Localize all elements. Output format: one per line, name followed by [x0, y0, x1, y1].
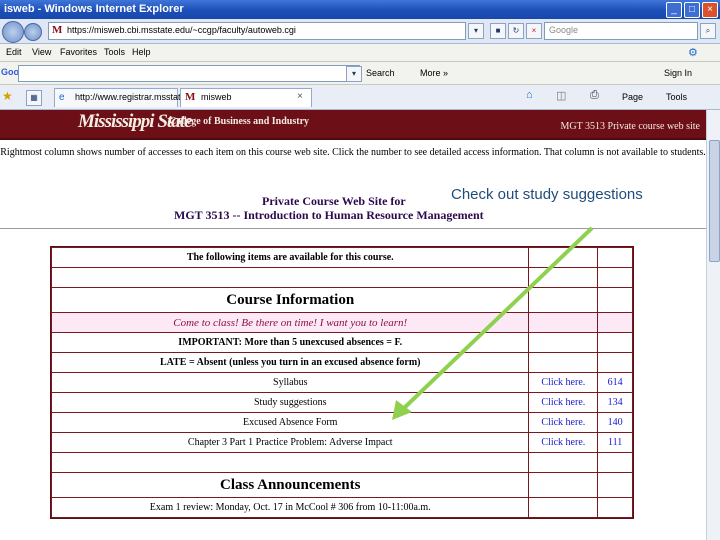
tab-misweb[interactable]: M misweb ×	[180, 88, 312, 107]
maximize-button[interactable]: □	[684, 2, 700, 18]
window-title-bar: isweb - Windows Internet Explorer _ □ ×	[0, 0, 720, 19]
vertical-scrollbar[interactable]	[706, 110, 720, 540]
google-search-button[interactable]: Search	[366, 68, 395, 78]
google-search-input[interactable]	[18, 65, 360, 82]
page-menu-button[interactable]: Page	[622, 92, 643, 102]
lock-icon: ■	[490, 23, 506, 39]
search-icon[interactable]: ⌕	[700, 23, 716, 39]
site-favicon-icon: M	[52, 24, 63, 36]
ie-page-icon: e	[59, 92, 65, 103]
menu-tools[interactable]: Tools	[104, 47, 125, 57]
google-toolbar: Google ▾ Search More » Sign In	[0, 62, 720, 85]
page-content: Mississippi State College of Business an…	[0, 110, 706, 540]
address-dropdown-button[interactable]: ▾	[468, 23, 484, 39]
stop-button[interactable]: ×	[526, 23, 542, 39]
scrollbar-thumb[interactable]	[709, 140, 720, 262]
forward-button[interactable]	[24, 23, 42, 41]
address-field[interactable]: M https://misweb.cbi.msstate.edu/~ccgp/f…	[48, 22, 466, 40]
feeds-icon[interactable]: ◫	[556, 89, 566, 102]
search-input[interactable]: Google	[544, 22, 698, 40]
address-url: https://misweb.cbi.msstate.edu/~ccgp/fac…	[67, 25, 296, 35]
refresh-button[interactable]: ↻	[508, 23, 524, 39]
tab-registrar[interactable]: e http://www.registrar.msstate...	[54, 88, 193, 107]
callout-arrow-icon	[392, 226, 594, 420]
google-search-dropdown[interactable]: ▾	[346, 66, 362, 82]
menu-edit[interactable]: Edit	[6, 47, 22, 57]
minimize-button[interactable]: _	[666, 2, 682, 18]
print-icon[interactable]: ⎙	[590, 89, 599, 102]
quick-tabs-button[interactable]: ▦	[26, 90, 42, 106]
menu-help[interactable]: Help	[132, 47, 151, 57]
menu-favorites[interactable]: Favorites	[60, 47, 97, 57]
google-sign-in[interactable]: Sign In	[664, 68, 692, 78]
menu-bar: Edit View Favorites Tools Help ⚙	[0, 44, 720, 62]
menu-view[interactable]: View	[32, 47, 51, 57]
back-button[interactable]	[2, 21, 24, 43]
search-placeholder: Google	[549, 25, 579, 35]
address-bar-row: M https://misweb.cbi.msstate.edu/~ccgp/f…	[0, 19, 720, 44]
tab-label: http://www.registrar.msstate...	[75, 92, 194, 102]
window-title: isweb - Windows Internet Explorer	[4, 3, 184, 15]
home-icon[interactable]: ⌂	[526, 89, 533, 101]
tab-bar: ★ ▦ e http://www.registrar.msstate... M …	[0, 85, 720, 110]
tab-label: misweb	[201, 92, 232, 102]
close-tab-icon[interactable]: ×	[297, 91, 303, 102]
tools-menu-button[interactable]: Tools	[666, 92, 687, 102]
site-favicon-icon: M	[185, 91, 196, 103]
google-more-button[interactable]: More »	[420, 68, 448, 78]
close-button[interactable]: ×	[702, 2, 718, 18]
favorites-star-icon[interactable]: ★	[2, 89, 13, 103]
toolbar-options-icon[interactable]: ⚙	[688, 46, 698, 59]
